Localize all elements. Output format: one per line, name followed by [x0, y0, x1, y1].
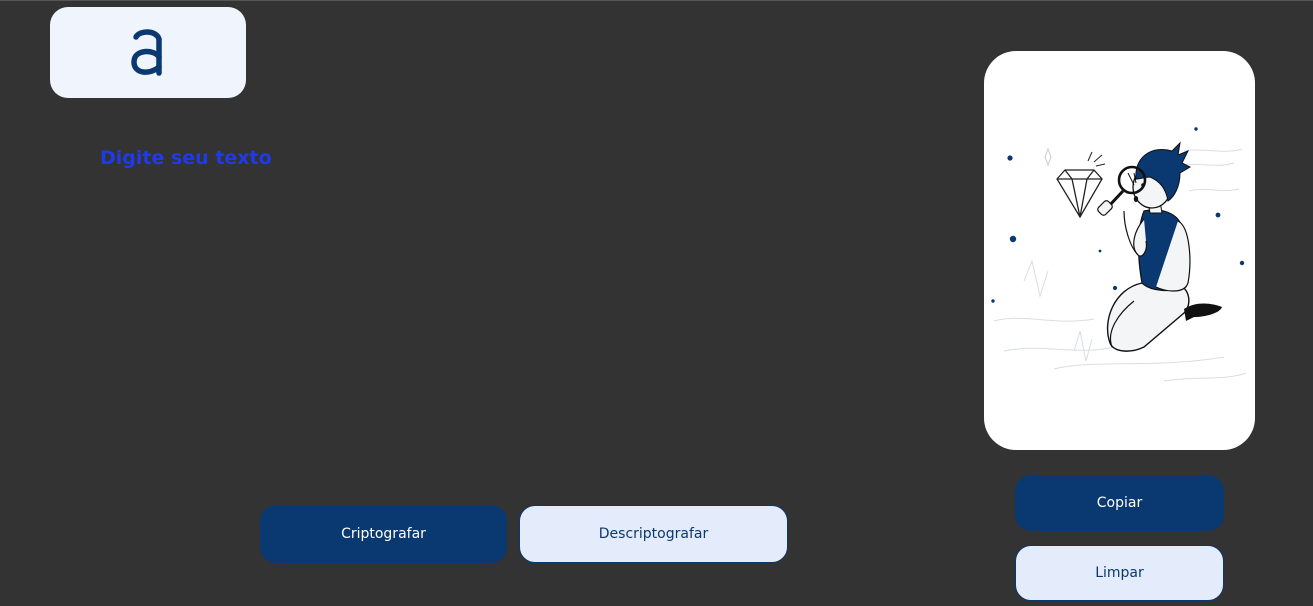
logo [50, 7, 246, 98]
clear-button[interactable]: Limpar [1015, 545, 1224, 601]
logo-a-icon [131, 28, 162, 76]
output-panel [984, 51, 1255, 450]
message-input[interactable] [100, 141, 860, 447]
encrypt-button[interactable]: Criptografar [260, 505, 507, 563]
decrypt-button[interactable]: Descriptografar [519, 505, 788, 563]
person-with-magnifier-illustration [991, 127, 1247, 382]
copy-button[interactable]: Copiar [1015, 475, 1224, 531]
